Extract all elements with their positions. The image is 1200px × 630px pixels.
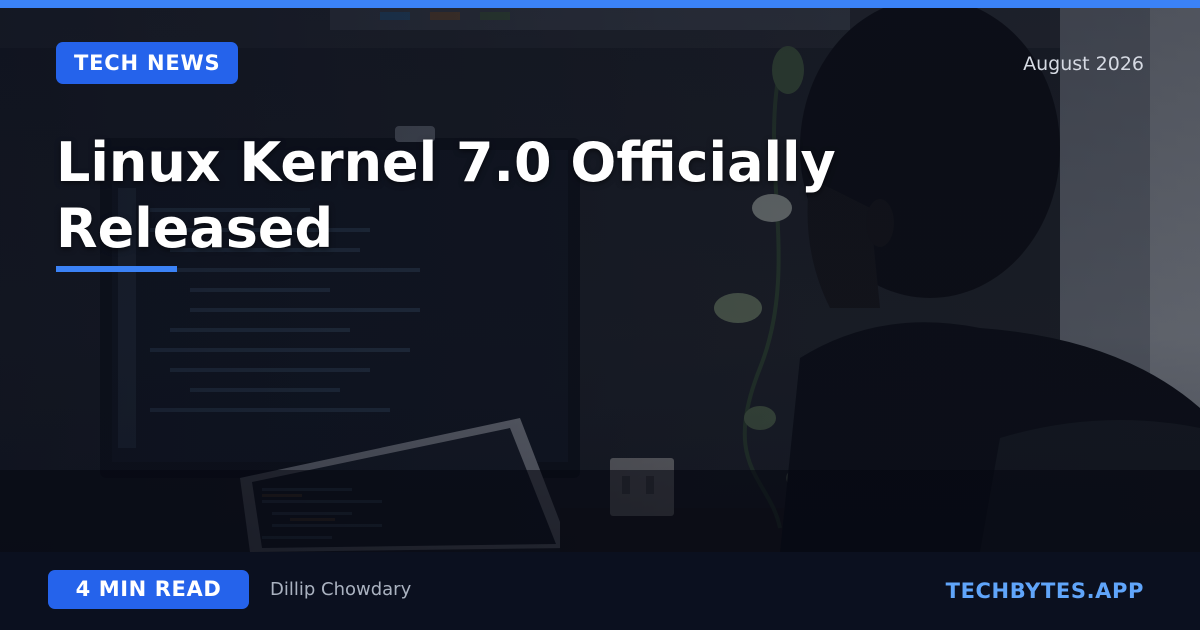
article-title: Linux Kernel 7.0 Officially Released <box>56 131 836 260</box>
read-time-badge: 4 MIN READ <box>48 570 249 609</box>
category-badge[interactable]: TECH NEWS <box>56 42 239 84</box>
article-card: TECH NEWS August 2026 Linux Kernel 7.0 O… <box>0 0 1200 630</box>
top-accent-bar <box>0 0 1200 8</box>
footer-bar: 4 MIN READ Dillip Chowdary TECHBYTES.APP <box>0 552 1200 630</box>
site-link[interactable]: TECHBYTES.APP <box>946 578 1144 604</box>
title-underline <box>56 266 177 272</box>
photo-bottom-overlay <box>0 470 1200 552</box>
author-name[interactable]: Dillip Chowdary <box>270 579 411 601</box>
publish-date: August 2026 <box>1023 53 1144 75</box>
